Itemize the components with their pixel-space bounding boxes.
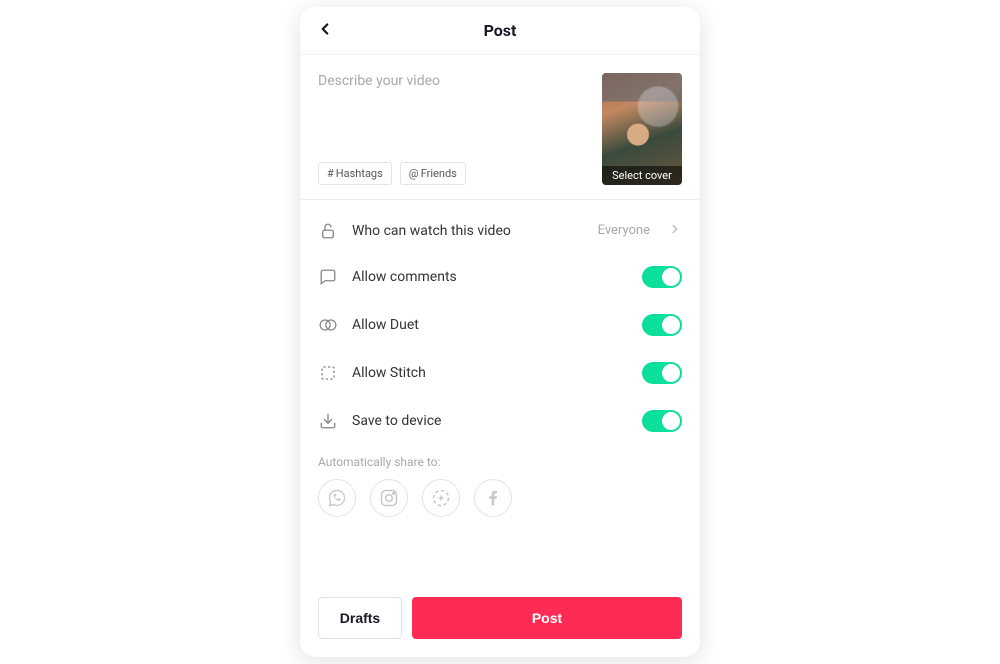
duet-icon <box>318 316 338 334</box>
post-button[interactable]: Post <box>412 597 682 639</box>
share-instagram[interactable] <box>370 479 408 517</box>
comments-row: Allow comments <box>318 253 682 301</box>
select-cover-label: Select cover <box>602 166 682 185</box>
stitch-toggle[interactable] <box>642 362 682 384</box>
stitch-label: Allow Stitch <box>352 365 628 381</box>
back-button[interactable] <box>316 20 334 42</box>
comments-toggle[interactable] <box>642 266 682 288</box>
hashtags-chip-label: Hashtags <box>336 167 383 180</box>
save-row: Save to device <box>318 397 682 445</box>
stitch-icon <box>318 364 338 382</box>
save-label: Save to device <box>352 413 628 429</box>
friends-chip[interactable]: @ Friends <box>400 162 466 185</box>
video-thumbnail[interactable]: Select cover <box>602 73 682 185</box>
stories-icon <box>431 488 451 508</box>
bottom-action-bar: Drafts Post <box>300 583 700 657</box>
share-icons-row <box>318 479 682 517</box>
share-stories[interactable] <box>422 479 460 517</box>
chevron-left-icon <box>316 20 334 38</box>
drafts-button[interactable]: Drafts <box>318 597 402 639</box>
privacy-row[interactable]: Who can watch this video Everyone <box>318 208 682 253</box>
privacy-value: Everyone <box>598 223 650 238</box>
header-bar: Post <box>300 7 700 55</box>
share-section-label: Automatically share to: <box>318 455 682 469</box>
instagram-icon <box>379 488 399 508</box>
page-title: Post <box>484 21 517 40</box>
hashtags-chip[interactable]: # Hashtags <box>318 162 392 185</box>
hash-icon: # <box>327 167 334 180</box>
post-screen: Post # Hashtags @ Friends Select cover <box>300 7 700 657</box>
share-whatsapp[interactable] <box>318 479 356 517</box>
share-facebook[interactable] <box>474 479 512 517</box>
lock-icon <box>318 222 338 240</box>
caption-input[interactable] <box>318 73 590 133</box>
duet-row: Allow Duet <box>318 301 682 349</box>
friends-chip-label: Friends <box>421 167 457 180</box>
download-icon <box>318 412 338 430</box>
caption-section: # Hashtags @ Friends Select cover <box>300 55 700 200</box>
privacy-label: Who can watch this video <box>352 223 584 239</box>
facebook-icon <box>483 488 503 508</box>
settings-list: Who can watch this video Everyone Allow … <box>300 200 700 583</box>
save-toggle[interactable] <box>642 410 682 432</box>
duet-label: Allow Duet <box>352 317 628 333</box>
duet-toggle[interactable] <box>642 314 682 336</box>
at-icon: @ <box>409 167 419 180</box>
chevron-right-icon <box>668 221 682 240</box>
comments-label: Allow comments <box>352 269 628 285</box>
comment-icon <box>318 268 338 286</box>
stitch-row: Allow Stitch <box>318 349 682 397</box>
whatsapp-icon <box>327 488 347 508</box>
